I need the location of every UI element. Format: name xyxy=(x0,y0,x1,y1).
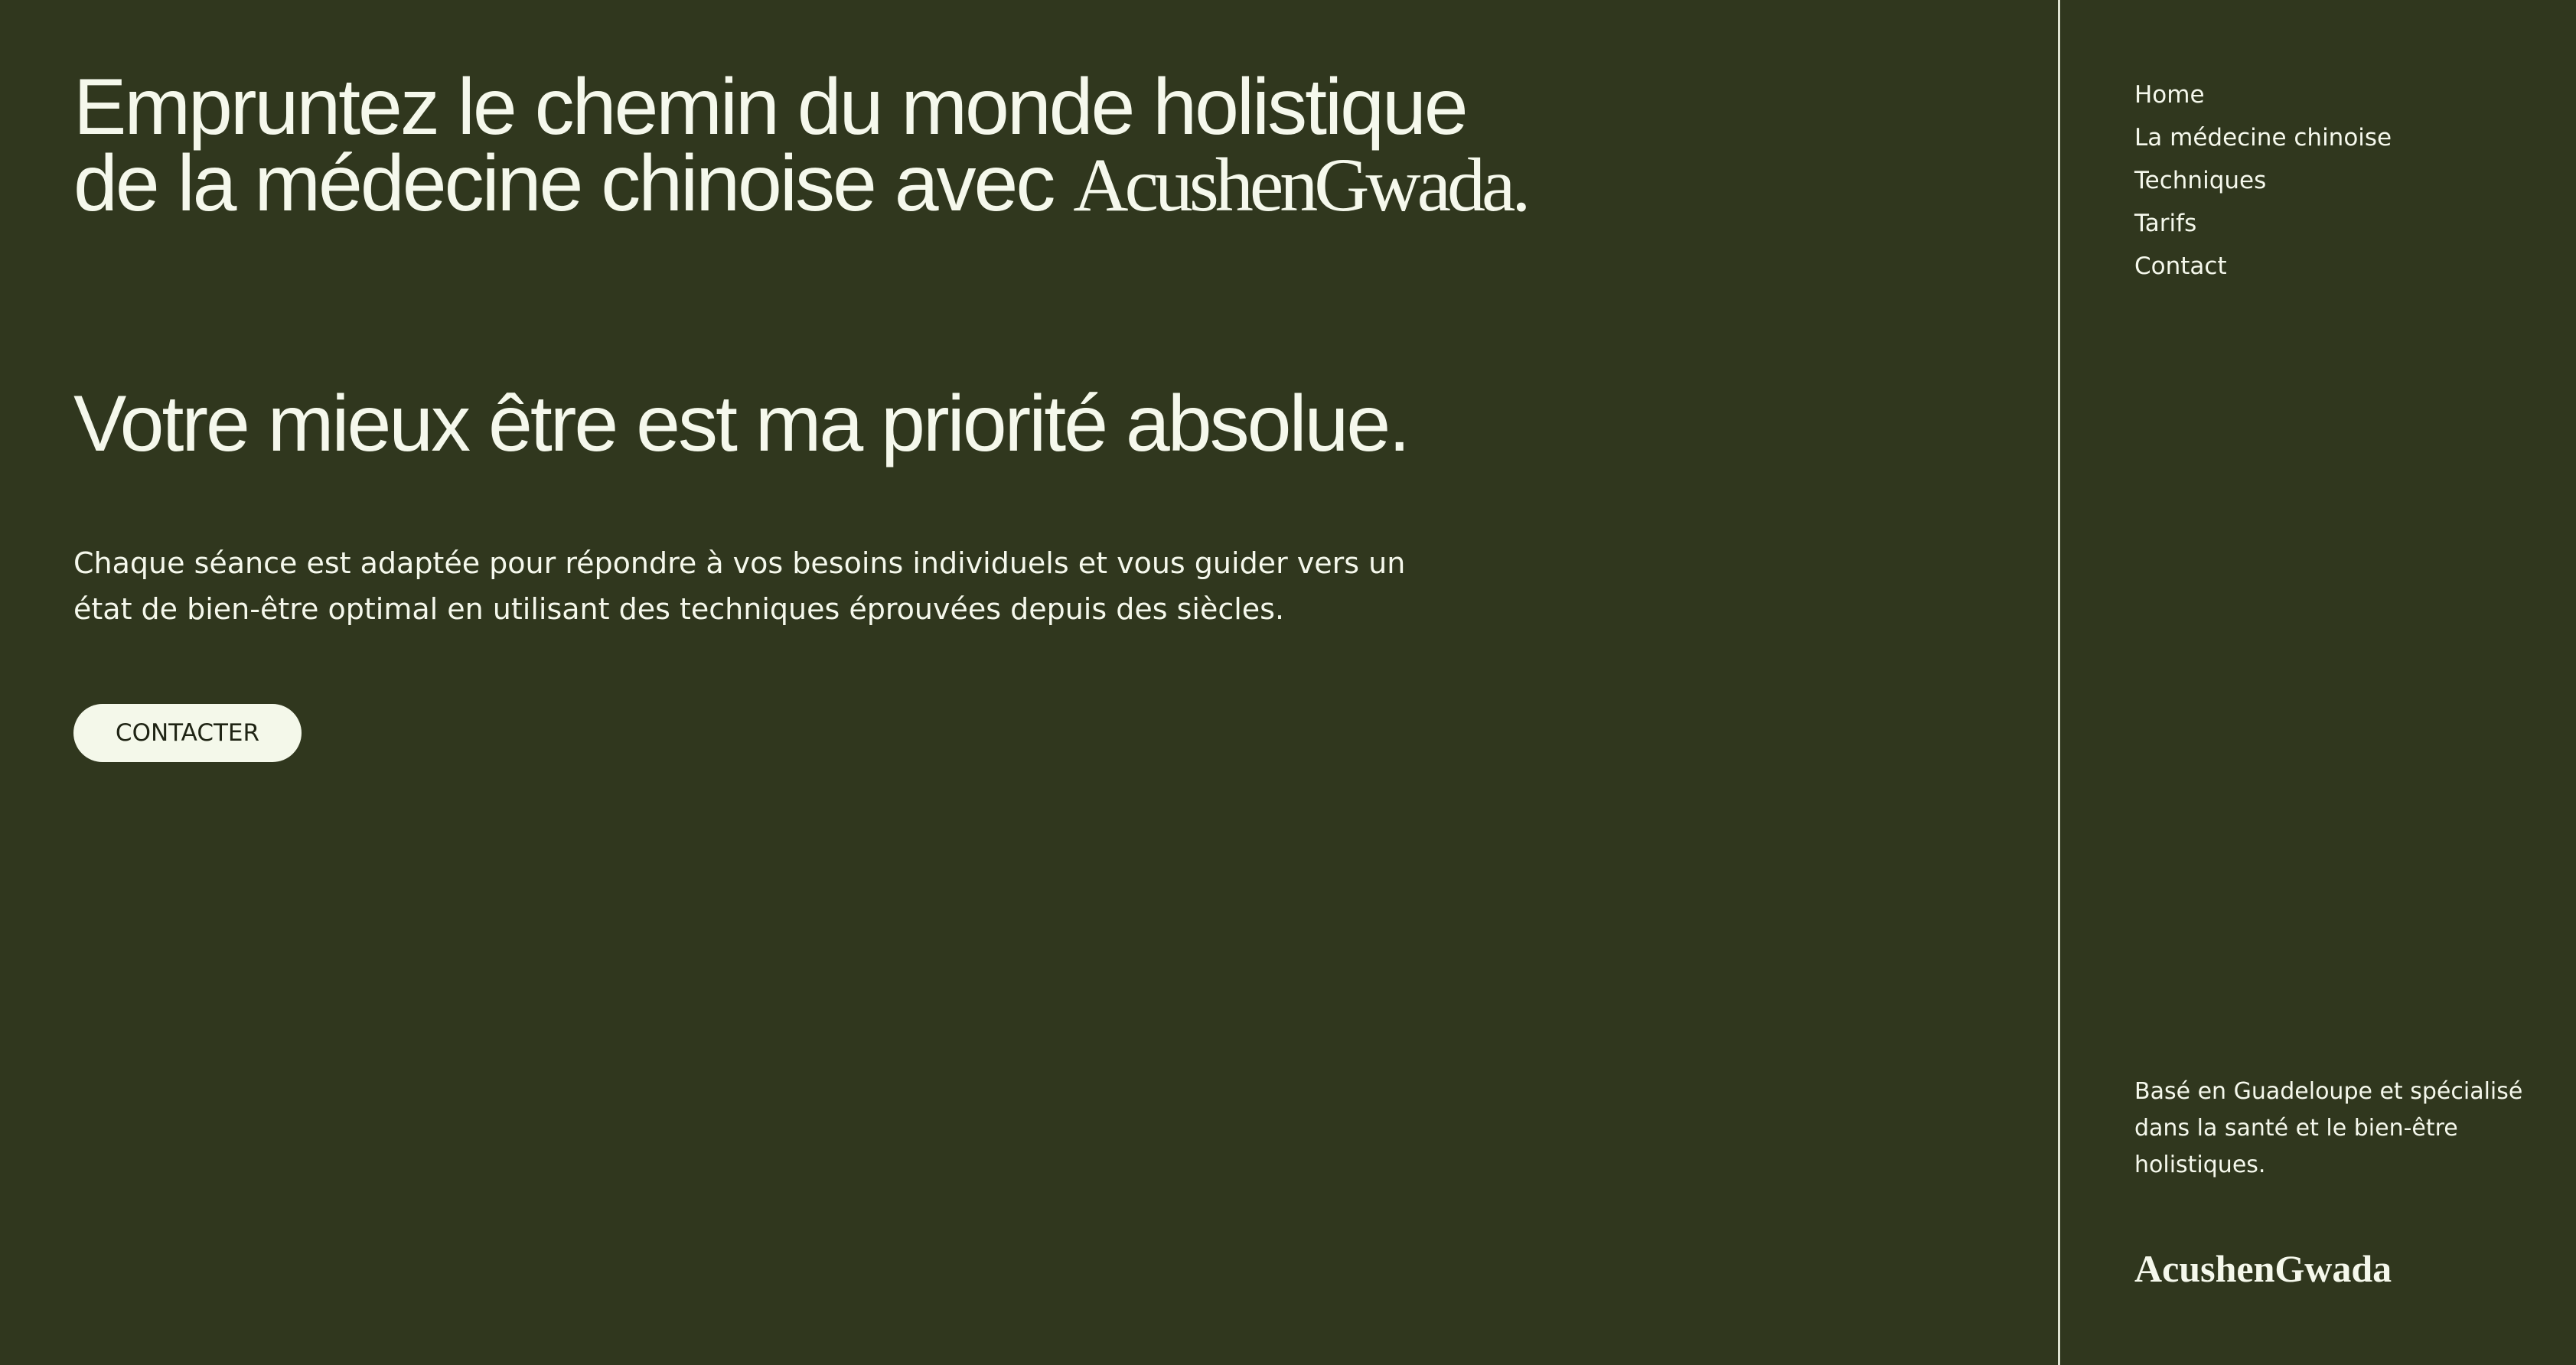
sidebar-nav: Home La médecine chinoise Techniques Tar… xyxy=(2134,73,2392,288)
main-content: Empruntez le chemin du monde holistique … xyxy=(0,0,2058,1365)
nav-item-contact[interactable]: Contact xyxy=(2134,245,2392,288)
nav-item-home[interactable]: Home xyxy=(2134,73,2392,116)
sidebar-about-text: Basé en Guadeloupe et spécialisé dans la… xyxy=(2134,1078,2523,1178)
hero-brand-name: AcushenGwada. xyxy=(1073,142,1531,227)
sidebar-brand-logo: AcushenGwada xyxy=(2134,1247,2392,1290)
nav-item-tarifs[interactable]: Tarifs xyxy=(2134,202,2392,245)
hero-description: Chaque séance est adaptée pour répondre … xyxy=(73,546,1406,626)
sidebar: Home La médecine chinoise Techniques Tar… xyxy=(2060,0,2576,1365)
nav-item-techniques[interactable]: Techniques xyxy=(2134,159,2392,202)
hero-headline: Empruntez le chemin du monde holistique … xyxy=(73,67,1531,227)
nav-item-la-medecine-chinoise[interactable]: La médecine chinoise xyxy=(2134,116,2392,159)
hero-subheadline: Votre mieux être est ma priorité absolue… xyxy=(73,380,1410,468)
contact-button[interactable]: CONTACTER xyxy=(73,704,302,762)
